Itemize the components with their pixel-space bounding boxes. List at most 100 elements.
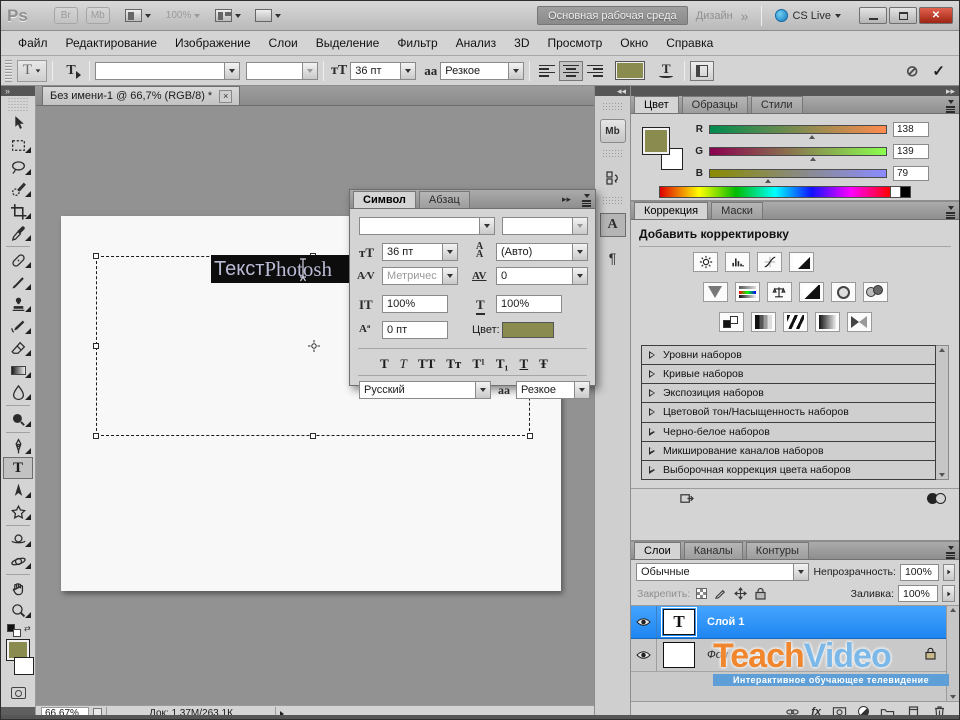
move-tool[interactable] xyxy=(1,112,35,134)
lasso-tool[interactable] xyxy=(1,156,35,178)
spectrum-gradient[interactable] xyxy=(660,187,890,197)
font-style-select[interactable] xyxy=(246,62,318,80)
layers-scroll-up-icon[interactable] xyxy=(950,608,956,612)
char-vscale-field[interactable]: 100% xyxy=(382,295,448,313)
char-font-family-select[interactable] xyxy=(359,217,495,235)
presets-scrollbar[interactable] xyxy=(936,345,949,480)
b-slider[interactable] xyxy=(709,169,887,178)
opacity-field[interactable]: 100% xyxy=(900,564,939,581)
menu-analysis[interactable]: Анализ xyxy=(447,31,506,55)
scroll-up-icon[interactable] xyxy=(939,348,945,352)
text-color-swatch[interactable] xyxy=(615,61,645,80)
color-balance-icon[interactable] xyxy=(767,282,792,302)
foreground-color-well[interactable] xyxy=(643,128,669,154)
posterize-icon[interactable] xyxy=(751,312,776,332)
hue-saturation-icon[interactable] xyxy=(735,282,760,302)
selective-color-icon[interactable] xyxy=(847,312,872,332)
char-kerning-select[interactable]: Метричес xyxy=(382,267,458,285)
char-color-swatch[interactable] xyxy=(502,322,554,338)
menu-file[interactable]: Файл xyxy=(9,31,57,55)
preset-black-white[interactable]: Черно-белое наборов xyxy=(642,423,935,442)
lock-position-icon[interactable] xyxy=(734,587,747,600)
layer1-thumbnail[interactable]: T xyxy=(663,609,695,635)
char-leading-select[interactable]: (Авто) xyxy=(496,243,588,261)
menu-layers[interactable]: Слои xyxy=(260,31,307,55)
handle-mid-left[interactable] xyxy=(93,343,99,349)
g-slider-thumb[interactable] xyxy=(810,157,816,161)
mini-dock-grip2[interactable] xyxy=(602,149,624,157)
align-left-button[interactable] xyxy=(535,61,559,81)
paragraph-panel-button[interactable]: ¶ xyxy=(600,246,626,270)
b-slider-thumb[interactable] xyxy=(765,179,771,183)
hand-tool[interactable] xyxy=(1,577,35,599)
quick-mask-button[interactable] xyxy=(1,683,35,703)
cs-live-button[interactable]: CS Live xyxy=(775,9,841,22)
text-orientation-toggle[interactable]: T xyxy=(58,60,84,82)
exposure-icon[interactable] xyxy=(789,252,814,272)
black-white-icon[interactable] xyxy=(799,282,824,302)
menu-edit[interactable]: Редактирование xyxy=(57,31,166,55)
tab-swatches[interactable]: Образцы xyxy=(682,96,748,113)
adjustments-panel-menu-icon[interactable] xyxy=(946,206,955,219)
layer1-visibility-toggle[interactable] xyxy=(631,606,657,638)
align-center-button[interactable] xyxy=(559,61,583,81)
menu-3d[interactable]: 3D xyxy=(505,31,538,55)
clone-source-panel-button[interactable] xyxy=(600,166,626,190)
b-value-field[interactable]: 79 xyxy=(893,166,929,181)
workspace-design-button[interactable]: Дизайн xyxy=(696,10,733,22)
minimize-button[interactable] xyxy=(859,7,887,24)
lock-transparency-icon[interactable] xyxy=(696,588,707,599)
preset-curves[interactable]: Кривые наборов xyxy=(642,365,935,384)
spectrum-black-cell[interactable] xyxy=(900,187,910,197)
menu-filter[interactable]: Фильтр xyxy=(388,31,446,55)
panels-collapse-strip[interactable]: ▸▸ xyxy=(631,86,959,96)
tab-masks[interactable]: Маски xyxy=(711,202,763,219)
cancel-edits-button[interactable]: ⊘ xyxy=(906,62,919,80)
fill-field[interactable]: 100% xyxy=(898,585,938,602)
warp-text-button[interactable]: T xyxy=(653,60,679,82)
small-caps-button[interactable]: Tт xyxy=(446,356,461,372)
char-font-style-select[interactable] xyxy=(502,217,588,235)
background-color-swatch[interactable] xyxy=(14,657,34,675)
lock-all-icon[interactable] xyxy=(754,587,767,600)
blend-mode-select[interactable]: Обычные xyxy=(636,563,809,581)
preset-selective-color[interactable]: Выборочная коррекция цвета наборов xyxy=(642,461,935,479)
tab-adjustments[interactable]: Коррекция xyxy=(634,202,708,219)
view-extras-button[interactable] xyxy=(125,9,151,22)
handle-top-left[interactable] xyxy=(93,253,99,259)
r-slider[interactable] xyxy=(709,125,887,134)
faux-bold-button[interactable]: T xyxy=(380,356,389,372)
pen-tool[interactable] xyxy=(1,435,35,457)
levels-icon[interactable] xyxy=(725,252,750,272)
eraser-tool[interactable] xyxy=(1,337,35,359)
strikethrough-button[interactable]: Ŧ xyxy=(539,356,548,372)
color-panel-menu-icon[interactable] xyxy=(946,100,955,113)
subscript-button[interactable]: T₁ xyxy=(496,356,509,372)
menu-window[interactable]: Окно xyxy=(611,31,657,55)
commit-edits-button[interactable]: ✓ xyxy=(932,62,945,80)
handle-bottom-left[interactable] xyxy=(93,433,99,439)
zoom-level-control[interactable]: 100% xyxy=(166,10,201,21)
character-panel-button[interactable]: A xyxy=(600,213,626,237)
clone-stamp-tool[interactable] xyxy=(1,293,35,315)
default-colors-control[interactable]: ⇄ xyxy=(5,623,35,639)
3d-rotate-tool[interactable] xyxy=(1,528,35,550)
tab-styles[interactable]: Стили xyxy=(751,96,803,113)
arrange-documents-button[interactable] xyxy=(215,9,241,22)
document-close-icon[interactable]: × xyxy=(219,90,232,103)
scroll-down-icon[interactable] xyxy=(939,473,945,477)
g-value-field[interactable]: 139 xyxy=(893,144,929,159)
character-panel-menu-icon[interactable] xyxy=(582,194,591,207)
mini-bridge-button[interactable]: Mb xyxy=(86,7,110,24)
char-anti-alias-select[interactable]: Резкое xyxy=(516,381,590,399)
brush-tool[interactable] xyxy=(1,271,35,293)
fill-spinner[interactable] xyxy=(942,585,955,602)
lock-pixels-icon[interactable] xyxy=(714,587,727,600)
curves-icon[interactable] xyxy=(757,252,782,272)
tab-paragraph[interactable]: Абзац xyxy=(419,191,470,208)
tools-grip[interactable] xyxy=(7,98,29,111)
font-size-select[interactable]: 36 пт xyxy=(350,62,416,80)
char-language-select[interactable]: Русский xyxy=(359,381,491,399)
opacity-spinner[interactable] xyxy=(943,564,955,581)
char-hscale-field[interactable]: 100% xyxy=(496,295,562,313)
